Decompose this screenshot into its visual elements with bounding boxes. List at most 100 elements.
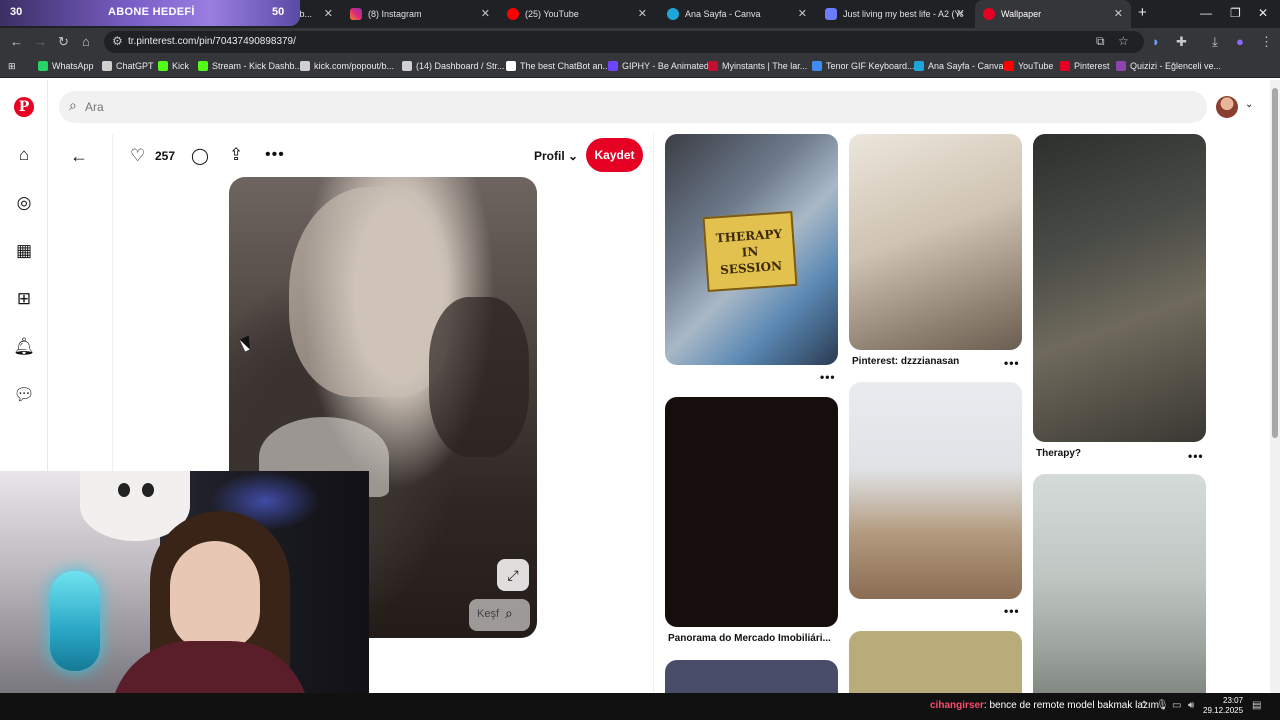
tab-best-life[interactable]: Just living my best life - A2 (Ya... ✕ — [817, 0, 973, 28]
bookmark-tenor[interactable]: Tenor GIF Keyboard... — [812, 61, 915, 71]
search-icon: ⌕ — [69, 97, 77, 113]
heart-icon[interactable]: ♡ — [130, 146, 145, 166]
pin-options-icon[interactable]: ••• — [1188, 449, 1204, 463]
pin-card-armchair[interactable] — [1033, 134, 1206, 442]
pin-card-partial[interactable] — [849, 631, 1022, 701]
home-icon[interactable]: ⌂ — [12, 143, 36, 167]
extensions-puzzle-icon[interactable]: ✚ — [1176, 34, 1187, 50]
search-bar[interactable]: ⌕ — [59, 91, 1207, 123]
minimize-button[interactable]: — — [1200, 6, 1212, 20]
bookmark-kick-popout[interactable]: kick.com/popout/b... — [300, 61, 394, 71]
more-options-icon[interactable]: ••• — [265, 146, 285, 164]
star-icon[interactable]: ☆ — [1118, 34, 1129, 48]
pin-card-room[interactable] — [1033, 474, 1206, 704]
address-bar[interactable]: ⚙ tr.pinterest.com/pin/70437490898379/ ⧉… — [104, 31, 1144, 53]
avatar[interactable] — [1216, 96, 1238, 118]
browser-tab-strip: Stream - Kick Dashb... ✕ (8) Instagram ✕… — [0, 0, 1280, 28]
forward-icon[interactable]: → — [34, 34, 47, 49]
volume-icon[interactable]: 🔊︎ — [1188, 700, 1194, 711]
microphone-icon[interactable]: 🎙︎ — [1156, 700, 1169, 711]
canva-icon — [914, 61, 924, 71]
bookmark-chatbot[interactable]: The best ChatBot an... — [506, 61, 610, 71]
lens-search-icon: ⌕ — [505, 605, 513, 621]
system-clock[interactable]: 23:07 29.12.2025 — [1203, 696, 1243, 716]
close-icon[interactable]: ✕ — [798, 7, 807, 20]
tab-instagram[interactable]: (8) Instagram ✕ — [342, 0, 498, 28]
reload-icon[interactable]: ↻ — [58, 34, 69, 50]
bookmark-youtube[interactable]: YouTube — [1004, 61, 1053, 71]
chevron-down-icon[interactable]: ⌄ — [1245, 99, 1253, 110]
back-arrow-icon[interactable]: ← — [70, 146, 88, 167]
goal-label: ABONE HEDEFİ — [108, 6, 195, 18]
bookmark-whatsapp[interactable]: WhatsApp — [38, 61, 94, 71]
bookmark-canva[interactable]: Ana Sayfa - Canva — [914, 61, 1004, 71]
kick-icon — [158, 61, 168, 71]
apps-icon[interactable]: ⊞ — [8, 61, 16, 72]
stream-chat-message: cihangirser: bence de remote model bakma… — [930, 700, 1159, 711]
whatsapp-icon — [38, 61, 48, 71]
messages-icon[interactable]: 💬︎ — [12, 383, 36, 407]
url-text[interactable]: tr.pinterest.com/pin/70437490898379/ — [128, 36, 296, 47]
menu-icon[interactable]: ⋮ — [1260, 34, 1273, 50]
bookmark-quizizi[interactable]: Quizizi - Eğlenceli vе... — [1116, 61, 1221, 71]
close-icon[interactable]: ✕ — [324, 7, 333, 20]
network-icon[interactable]: ▭ — [1172, 700, 1181, 711]
site-info-icon[interactable]: ⚙ — [112, 34, 123, 48]
dashboard-icon — [402, 61, 412, 71]
pin-card-office[interactable] — [849, 134, 1022, 350]
bookmark-kick-dashboard[interactable]: Stream - Kick Dashb... — [198, 61, 302, 71]
download-icon[interactable]: ⤓ — [1212, 34, 1218, 50]
bookmark-kick[interactable]: Kick — [158, 61, 189, 71]
tab-canva[interactable]: Ana Sayfa - Canva ✕ — [659, 0, 815, 28]
close-icon[interactable]: ✕ — [1114, 7, 1123, 20]
tab-wallpaper-active[interactable]: Wallpaper ✕ — [975, 0, 1131, 28]
close-icon[interactable]: ✕ — [956, 7, 965, 20]
pin-options-icon[interactable]: ••• — [820, 370, 836, 384]
pin-card-dark[interactable] — [665, 397, 838, 627]
chat-text: : bence de remote model bakmak lazım — [983, 700, 1160, 711]
subscriber-goal-overlay: 30 ABONE HEDEFİ 50 — [0, 0, 300, 26]
extension-icon[interactable]: ◗ — [1152, 34, 1160, 49]
scrollbar-thumb[interactable] — [1272, 88, 1278, 438]
pin-card-session[interactable] — [849, 382, 1022, 599]
maximize-button[interactable]: ❐ — [1230, 6, 1241, 20]
home-icon[interactable]: ⌂ — [82, 34, 90, 49]
bookmark-dashboard[interactable]: (14) Dashboard / Str... — [402, 61, 505, 71]
bookmark-giphy[interactable]: GIPHY - Be Animated — [608, 61, 709, 71]
create-icon[interactable]: ⊞ — [12, 287, 36, 311]
visual-search-button[interactable]: Keşf ⌕ — [469, 599, 530, 631]
save-button[interactable]: Kaydet — [586, 138, 643, 172]
chat-username: cihangirser — [930, 700, 984, 711]
comment-icon[interactable]: ◯ — [191, 146, 209, 166]
notifications-bell-icon[interactable]: 🔔︎ — [12, 335, 36, 359]
address-toolbar: ← → ↻ ⌂ ⚙ tr.pinterest.com/pin/704374908… — [0, 28, 1280, 56]
notification-icon[interactable]: ▤ — [1252, 700, 1261, 711]
profile-dropdown[interactable]: Profil ⌄ — [534, 149, 578, 163]
profile-icon[interactable]: ● — [1236, 34, 1244, 49]
window-close-button[interactable]: ✕ — [1258, 6, 1268, 20]
bookmark-myinstants[interactable]: Myinstants | The lar... — [708, 61, 807, 71]
boards-icon[interactable]: ▦ — [12, 239, 36, 263]
back-icon[interactable]: ← — [10, 34, 23, 49]
tray-arrow-icon[interactable]: ⌃ — [1140, 700, 1148, 711]
close-icon[interactable]: ✕ — [638, 7, 647, 20]
myinstants-icon — [708, 61, 718, 71]
bookmark-chatgpt[interactable]: ChatGPT — [102, 61, 154, 71]
expand-icon[interactable]: ⤢ — [497, 559, 529, 591]
new-tab-button[interactable]: + — [1138, 4, 1147, 21]
pin-options-icon[interactable]: ••• — [1004, 356, 1020, 370]
page-scrollbar[interactable] — [1270, 80, 1280, 693]
pin-card-therapy-sign[interactable]: THERAPY IN SESSION — [665, 134, 838, 365]
microphone — [50, 571, 100, 671]
tab-youtube[interactable]: (25) YouTube ✕ — [499, 0, 655, 28]
search-input[interactable] — [85, 97, 585, 117]
explore-icon[interactable]: ◎ — [12, 191, 36, 215]
install-icon[interactable]: ⧉ — [1096, 34, 1105, 49]
pin-options-icon[interactable]: ••• — [1004, 604, 1020, 618]
goal-target: 50 — [272, 6, 285, 18]
pinterest-logo-icon[interactable]: P — [14, 97, 34, 117]
bookmark-pinterest[interactable]: Pinterest — [1060, 61, 1110, 71]
tenor-icon — [812, 61, 822, 71]
share-icon[interactable]: ⇪ — [229, 145, 243, 165]
close-icon[interactable]: ✕ — [481, 7, 490, 20]
